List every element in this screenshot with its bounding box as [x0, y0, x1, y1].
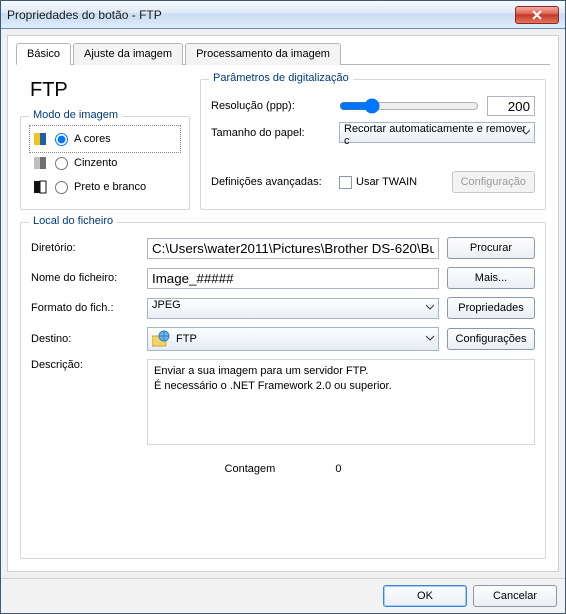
file-location-group: Local do ficheiro Diretório: Procurar No… — [20, 222, 546, 559]
titlebar: Propriedades do botão - FTP — [1, 1, 565, 29]
resolution-label: Resolução (ppp): — [211, 100, 331, 112]
resolution-slider[interactable] — [339, 98, 479, 114]
count-label: Contagem — [225, 463, 276, 475]
more-button[interactable]: Mais... — [447, 267, 535, 289]
bw-swatch-icon — [33, 179, 49, 195]
globe-folder-icon — [152, 330, 170, 348]
properties-button[interactable]: Propriedades — [447, 297, 535, 319]
color-swatch-icon — [33, 131, 49, 147]
gray-swatch-icon — [33, 155, 49, 171]
scan-params-group: Parâmetros de digitalização Resolução (p… — [200, 79, 546, 210]
resolution-value[interactable] — [487, 96, 535, 116]
tab-image-adjust[interactable]: Ajuste da imagem — [73, 43, 183, 65]
fileformat-label: Formato do fich.: — [31, 302, 139, 314]
radio-bw[interactable]: Preto e branco — [31, 175, 179, 199]
fileformat-select[interactable]: JPEG — [147, 298, 439, 319]
directory-input[interactable] — [147, 238, 439, 259]
scan-params-legend: Parâmetros de digitalização — [209, 72, 353, 84]
ok-button[interactable]: OK — [383, 585, 467, 607]
close-button[interactable] — [515, 6, 559, 24]
radio-color[interactable]: A cores — [31, 127, 179, 151]
image-mode-group: Modo de imagem A cores Cinzento — [20, 116, 190, 210]
checkbox-icon — [339, 176, 352, 189]
image-mode-legend: Modo de imagem — [29, 109, 122, 121]
chevron-down-icon — [426, 302, 434, 314]
radio-bw-label: Preto e branco — [74, 181, 146, 193]
radio-color-input[interactable] — [55, 133, 68, 146]
tab-image-process[interactable]: Processamento da imagem — [185, 43, 341, 65]
tab-strip: Básico Ajuste da imagem Processamento da… — [16, 42, 550, 65]
chevron-down-icon — [522, 127, 530, 139]
page-title: FTP — [20, 75, 190, 106]
paper-size-label: Tamanho do papel: — [211, 127, 331, 139]
config-button[interactable]: Configuração — [452, 171, 535, 193]
client-area: Básico Ajuste da imagem Processamento da… — [7, 35, 559, 572]
radio-gray-input[interactable] — [55, 157, 68, 170]
destination-select[interactable]: FTP — [147, 327, 439, 351]
file-location-legend: Local do ficheiro — [29, 215, 117, 227]
cancel-button[interactable]: Cancelar — [473, 585, 557, 607]
description-text[interactable]: Enviar a sua imagem para um servidor FTP… — [147, 359, 535, 445]
radio-color-label: A cores — [74, 133, 111, 145]
count-value: 0 — [335, 463, 341, 475]
filename-label: Nome do ficheiro: — [31, 272, 139, 284]
window-title: Propriedades do botão - FTP — [7, 8, 515, 22]
dialog-window: Propriedades do botão - FTP Básico Ajust… — [0, 0, 566, 614]
radio-gray-label: Cinzento — [74, 157, 117, 169]
paper-size-select[interactable]: Recortar automaticamente e remover c — [339, 122, 535, 143]
dialog-footer: OK Cancelar — [1, 578, 565, 613]
browse-button[interactable]: Procurar — [447, 237, 535, 259]
use-twain-label: Usar TWAIN — [356, 176, 417, 188]
fileformat-value: JPEG — [152, 299, 181, 311]
chevron-down-icon — [426, 333, 434, 345]
paper-size-value: Recortar automaticamente e remover c — [344, 123, 526, 147]
radio-gray[interactable]: Cinzento — [31, 151, 179, 175]
radio-bw-input[interactable] — [55, 181, 68, 194]
tab-basic[interactable]: Básico — [16, 43, 71, 65]
configurations-button[interactable]: Configurações — [447, 328, 535, 350]
filename-input[interactable] — [147, 268, 439, 289]
tab-body-basic: FTP Modo de imagem A cores Cinzento — [16, 65, 550, 563]
description-label: Descrição: — [31, 359, 139, 371]
destination-value: FTP — [176, 333, 434, 345]
destination-label: Destino: — [31, 333, 139, 345]
use-twain-checkbox[interactable]: Usar TWAIN — [339, 176, 417, 189]
close-icon — [532, 10, 542, 20]
advanced-label: Definições avançadas: — [211, 176, 331, 188]
directory-label: Diretório: — [31, 242, 139, 254]
